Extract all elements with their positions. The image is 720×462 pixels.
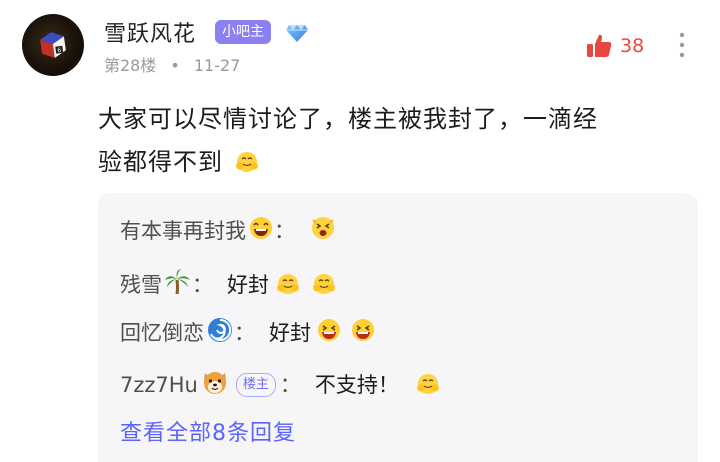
cheering-emoji-icon <box>313 274 335 294</box>
thumbs-up-icon <box>587 34 612 57</box>
post-content: 大家可以尽情讨论了，楼主被我封了，一滴经 验都得不到 <box>98 98 698 184</box>
laughing-emoji-icon <box>250 217 272 239</box>
reply-username[interactable]: 残雪 <box>120 265 162 305</box>
content-line-2: 验都得不到 <box>98 141 698 184</box>
replies-box: 有本事再封我 ： 残雪 ： 好封 回忆倒恋 ： 好封 7zz7Hu 楼主 ： 不… <box>98 193 698 462</box>
reply-username[interactable]: 7zz7Hu <box>120 365 198 405</box>
cheering-emoji-icon <box>312 217 334 239</box>
cube-icon: 6 <box>40 32 66 58</box>
op-badge: 楼主 <box>235 373 276 397</box>
content-line-1: 大家可以尽情讨论了，楼主被我封了，一滴经 <box>98 105 598 133</box>
post-card: 6 雪跃风花 小吧主 第28楼 • 11-27 38 大家可以尽情讨论了，楼主被… <box>0 0 720 462</box>
grinning-emoji-icon <box>352 319 374 341</box>
swirl-emoji-icon <box>208 318 232 342</box>
cheering-emoji-icon <box>416 374 439 394</box>
reply-item[interactable]: 有本事再封我 ： <box>120 211 337 251</box>
reply-text: 好封 <box>269 321 311 345</box>
floor-label: 第28楼 <box>104 56 157 75</box>
cheering-emoji-icon <box>277 274 299 294</box>
reply-item[interactable]: 残雪 ： 好封 <box>120 265 339 305</box>
content-text-2: 验都得不到 <box>98 148 223 176</box>
reply-separator: ： <box>192 273 213 297</box>
reply-separator: ： <box>274 219 295 243</box>
reply-item[interactable]: 回忆倒恋 ： 好封 <box>120 313 377 353</box>
reply-text: 好封 <box>227 273 269 297</box>
reply-text: 不支持！ <box>314 373 399 397</box>
shiba-dog-emoji-icon <box>203 372 226 394</box>
reply-username[interactable]: 回忆倒恋 <box>120 313 204 353</box>
palm-tree-emoji-icon <box>165 269 190 295</box>
post-meta: 第28楼 • 11-27 <box>104 52 240 76</box>
diamond-icon <box>286 25 308 42</box>
avatar[interactable]: 6 <box>22 14 84 76</box>
reply-separator: ： <box>279 373 301 397</box>
cheering-emoji-icon <box>235 152 258 172</box>
view-all-replies-link[interactable]: 查看全部8条回复 <box>120 415 296 447</box>
post-date: 11-27 <box>193 56 241 75</box>
grinning-emoji-icon <box>318 319 340 341</box>
like-count: 38 <box>620 35 645 57</box>
username[interactable]: 雪跃风花 <box>104 16 196 48</box>
more-vertical-icon[interactable] <box>672 28 692 62</box>
like-button[interactable]: 38 <box>584 30 644 62</box>
meta-separator: • <box>170 56 180 75</box>
role-badge: 小吧主 <box>215 20 271 44</box>
reply-username[interactable]: 有本事再封我 <box>120 211 246 251</box>
reply-separator: ： <box>234 321 255 345</box>
reply-item[interactable]: 7zz7Hu 楼主 ： 不支持！ <box>120 365 443 405</box>
